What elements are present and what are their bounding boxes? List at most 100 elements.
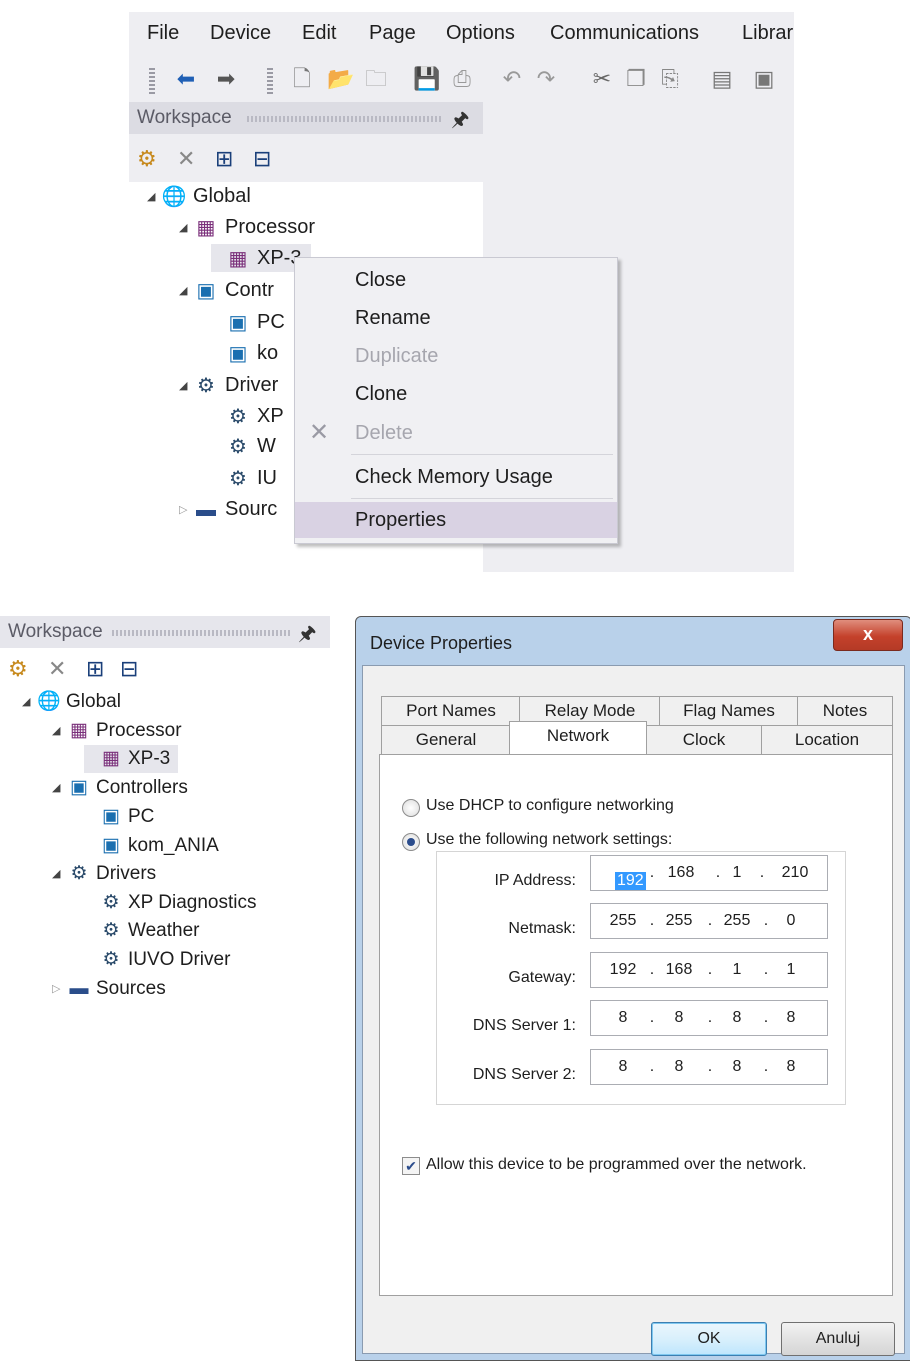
tree-item-weather[interactable]: ⚙ Weather — [84, 917, 199, 945]
cut-icon[interactable]: ✂ — [589, 66, 615, 92]
pin-icon[interactable]: 🖈 — [298, 619, 317, 653]
tab-flag-names[interactable]: Flag Names — [659, 696, 799, 725]
forward-icon[interactable]: ➡ — [213, 66, 239, 92]
menu-communications[interactable]: Communications — [550, 22, 699, 45]
tree-item-sources[interactable]: ▷ ▬ Sourc — [179, 495, 277, 523]
tree-item-controllers[interactable]: ◢ ▣ Controllers — [52, 774, 188, 802]
tree-item-drivers[interactable]: ◢ ⚙ Driver — [179, 371, 278, 399]
view-icon[interactable]: ▤ — [709, 66, 735, 92]
tree-item-kom[interactable]: ▣ ko — [211, 339, 279, 367]
menu-item-delete[interactable]: ✕ Delete — [295, 415, 617, 451]
gateway-label: Gateway: — [508, 969, 576, 986]
tree-item-kom-ania[interactable]: ▣ kom_ANIA — [84, 832, 219, 860]
menu-item-rename[interactable]: Rename — [295, 300, 617, 336]
print-icon[interactable]: ⎙ — [449, 66, 475, 92]
dhcp-radio[interactable] — [402, 799, 420, 817]
add-device-icon[interactable]: ⚙ — [8, 656, 28, 682]
tree-item-controllers[interactable]: ◢ ▣ Contr — [179, 276, 274, 304]
dialog-title: Device Properties — [370, 633, 513, 653]
expand-arrow-icon[interactable]: ◢ — [179, 277, 193, 305]
workspace-title: Workspace — [137, 107, 232, 128]
toolbar-grip[interactable] — [267, 68, 273, 94]
expand-arrow-icon[interactable]: ◢ — [147, 183, 161, 211]
menu-item-clone[interactable]: Clone — [295, 376, 617, 412]
expand-all-icon[interactable]: ⊞ — [215, 146, 233, 172]
tree-item-sources[interactable]: ▷ ▬ Sources — [52, 975, 166, 1003]
save-icon[interactable]: 💾 — [413, 66, 440, 92]
collapse-arrow-icon[interactable]: ▷ — [52, 975, 66, 1003]
menu-library[interactable]: Librar — [742, 22, 793, 45]
gear-icon: ⚙ — [197, 374, 215, 397]
tab-port-names[interactable]: Port Names — [381, 696, 521, 725]
expand-arrow-icon[interactable]: ◢ — [52, 774, 66, 802]
menu-item-properties[interactable]: Properties — [295, 502, 617, 538]
collapse-all-icon[interactable]: ⊟ — [253, 146, 271, 172]
controller-icon: ▣ — [102, 835, 120, 856]
dns2-input[interactable]: 8 . 8 . 8 . 8 — [590, 1049, 828, 1085]
menu-edit[interactable]: Edit — [302, 22, 336, 45]
undo-icon[interactable]: ↶ — [499, 66, 525, 92]
dhcp-label: Use DHCP to configure networking — [426, 797, 674, 814]
pin-icon[interactable]: 🖈 — [451, 105, 470, 139]
menu-item-duplicate[interactable]: Duplicate — [295, 338, 617, 374]
menu-file[interactable]: File — [147, 22, 179, 45]
close-doc-icon[interactable]: 🗀 — [363, 66, 389, 92]
expand-arrow-icon[interactable]: ◢ — [52, 860, 66, 888]
tab-location[interactable]: Location — [761, 725, 893, 754]
open-icon[interactable]: 📂 — [327, 66, 354, 92]
ok-button[interactable]: OK — [651, 1322, 767, 1356]
delete-icon[interactable]: ✕ — [177, 146, 195, 172]
ip-address-input[interactable]: 192 . 168 . 1 . 210 — [590, 855, 828, 891]
tree-item-processor[interactable]: ◢ ▦ Processor — [52, 717, 182, 745]
gateway-input[interactable]: 192 . 168 . 1 . 1 — [590, 952, 828, 988]
expand-arrow-icon[interactable]: ◢ — [179, 214, 193, 242]
allow-network-programming-checkbox[interactable]: ✔ — [402, 1157, 420, 1175]
collapse-arrow-icon[interactable]: ▷ — [179, 496, 193, 524]
workspace-title: Workspace — [8, 621, 103, 642]
gear-icon: ⚙ — [102, 920, 120, 941]
gear-icon: ⚙ — [229, 467, 247, 490]
back-icon[interactable]: ⬅ — [173, 66, 199, 92]
expand-arrow-icon[interactable]: ◢ — [179, 372, 193, 400]
menu-item-check-memory[interactable]: Check Memory Usage — [295, 459, 617, 495]
tab-notes[interactable]: Notes — [797, 696, 893, 725]
menu-item-close[interactable]: Close — [295, 262, 617, 298]
menu-device[interactable]: Device — [210, 22, 271, 45]
tree-item-xp-diagnostics[interactable]: ⚙ XP Diagnostics — [84, 889, 256, 917]
tree-item-weather[interactable]: ⚙ W — [211, 432, 276, 460]
expand-all-icon[interactable]: ⊞ — [86, 656, 104, 682]
menu-options[interactable]: Options — [446, 22, 515, 45]
tree-item-xp3[interactable]: ▦ XP-3 — [84, 745, 179, 773]
add-device-icon[interactable]: ⚙ — [137, 146, 157, 172]
menu-page[interactable]: Page — [369, 22, 416, 45]
redo-icon[interactable]: ↷ — [533, 66, 559, 92]
tab-network[interactable]: Network — [509, 721, 647, 754]
tree-item-xp-diagnostics[interactable]: ⚙ XP — [211, 402, 284, 430]
new-icon[interactable]: 🗋 — [289, 66, 315, 92]
tree-item-global[interactable]: ◢ 🌐 Global — [22, 688, 121, 716]
static-radio[interactable] — [402, 833, 420, 851]
netmask-input[interactable]: 255 . 255 . 255 . 0 — [590, 903, 828, 939]
tree-item-processor[interactable]: ◢ ▦ Processor — [179, 213, 315, 241]
tab-general[interactable]: General — [381, 725, 511, 754]
paste-icon[interactable]: ⎘ — [657, 66, 683, 92]
dns1-input[interactable]: 8 . 8 . 8 . 8 — [590, 1000, 828, 1036]
copy-icon[interactable]: ❐ — [623, 66, 649, 92]
tree-item-iuvo[interactable]: ⚙ IU — [211, 464, 277, 492]
delete-icon[interactable]: ✕ — [48, 656, 66, 682]
image-icon[interactable]: ▣ — [751, 66, 777, 92]
collapse-all-icon[interactable]: ⊟ — [120, 656, 138, 682]
tree-item-pc[interactable]: ▣ PC — [211, 308, 285, 336]
tree-item-global[interactable]: ◢ 🌐 Global — [147, 182, 251, 210]
tab-clock[interactable]: Clock — [645, 725, 763, 754]
workspace-tools: ⚙ ✕ ⊞ ⊟ — [0, 652, 330, 688]
expand-arrow-icon[interactable]: ◢ — [52, 717, 66, 745]
toolbar-grip[interactable] — [149, 68, 155, 94]
cancel-button[interactable]: Anuluj — [781, 1322, 895, 1356]
tree-item-iuvo-driver[interactable]: ⚙ IUVO Driver — [84, 946, 230, 974]
close-button[interactable]: x — [833, 619, 903, 651]
expand-arrow-icon[interactable]: ◢ — [22, 688, 36, 716]
tree-item-pc[interactable]: ▣ PC — [84, 803, 154, 831]
ip-octet: 1 — [732, 864, 742, 881]
tree-item-drivers[interactable]: ◢ ⚙ Drivers — [52, 860, 156, 888]
